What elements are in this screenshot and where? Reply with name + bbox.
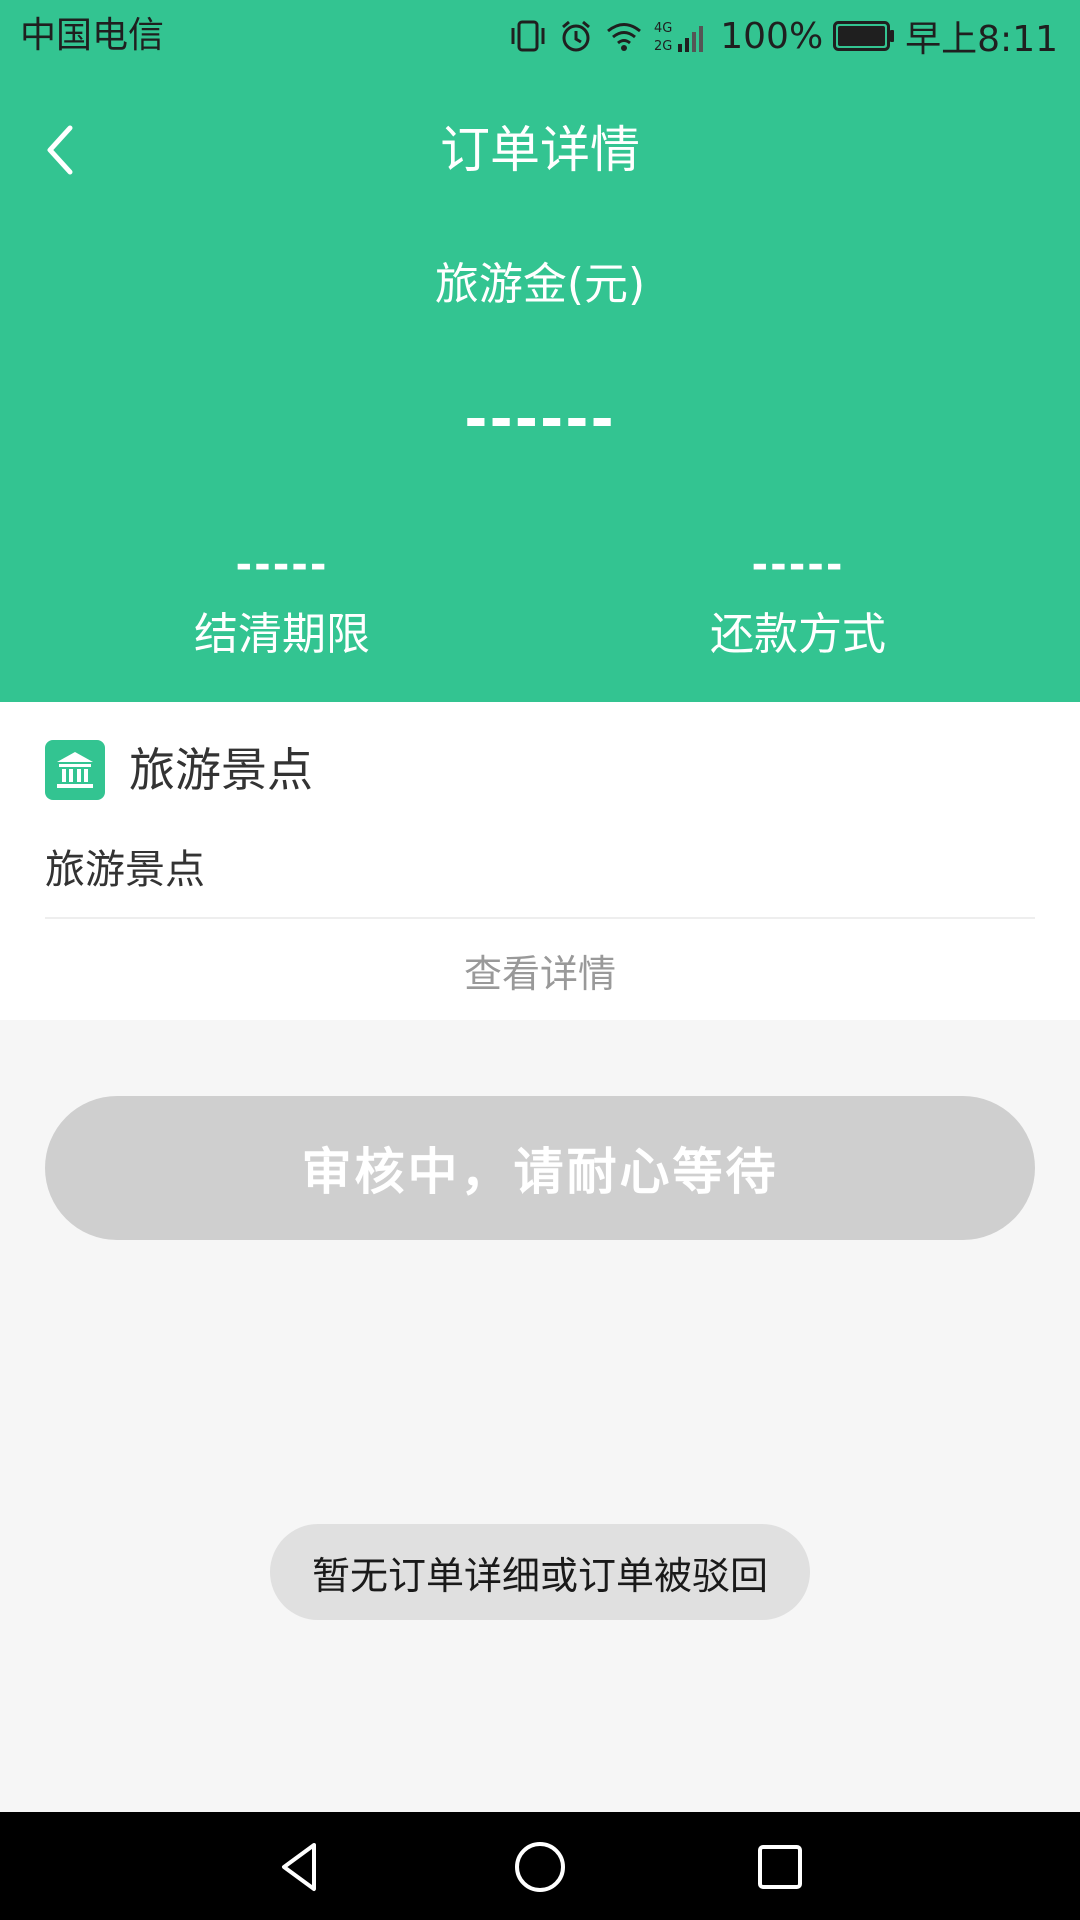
- review-status-button[interactable]: 审核中，请耐心等待: [45, 1096, 1035, 1240]
- system-nav-bar: [0, 1812, 1080, 1920]
- order-header: 中国电信 4G 2G 100% 早上8:11 订单详情 旅游金(元) -----…: [0, 0, 1080, 702]
- battery-icon: [833, 21, 895, 51]
- svg-text:2G: 2G: [654, 39, 672, 54]
- card-title: 旅游景点: [129, 743, 313, 797]
- amount-value: ------: [464, 387, 616, 452]
- back-triangle-icon: [282, 1843, 316, 1891]
- nav-home-button[interactable]: [505, 1832, 575, 1902]
- signal-icon: 4G 2G: [654, 16, 710, 56]
- clock-time: 早上8:11: [905, 19, 1058, 60]
- amount-label: 旅游金(元): [434, 259, 646, 310]
- attraction-card: 旅游景点 旅游景点 查看详情: [0, 702, 1080, 1020]
- status-bar: 中国电信 4G 2G 100% 早上8:11: [0, 0, 1080, 72]
- divider: [45, 917, 1035, 919]
- attraction-name: 旅游景点: [45, 847, 205, 893]
- status-icons: 4G 2G 100% 早上8:11: [498, 12, 1058, 60]
- alarm-icon: [558, 18, 594, 54]
- wifi-icon: [604, 18, 644, 54]
- toast-message: 暂无订单详细或订单被驳回: [270, 1524, 810, 1620]
- settlement-period-label: 结清期限: [194, 609, 370, 660]
- battery-percent: 100%: [720, 15, 824, 57]
- view-detail-link[interactable]: 查看详情: [0, 948, 1080, 1000]
- recent-square-icon: [758, 1845, 802, 1889]
- repayment-method-value: -----: [751, 542, 845, 588]
- nav-back-button[interactable]: [265, 1832, 335, 1902]
- svg-text:4G: 4G: [654, 21, 672, 36]
- home-circle-icon: [515, 1842, 565, 1892]
- repayment-method-stat: ----- 还款方式: [648, 540, 948, 670]
- card-header: 旅游景点: [45, 740, 313, 800]
- page-title: 订单详情: [440, 121, 640, 179]
- carrier-name: 中国电信: [20, 15, 165, 56]
- vibrate-icon: [508, 16, 548, 56]
- nav-recent-button[interactable]: [745, 1832, 815, 1902]
- settlement-period-stat: ----- 结清期限: [132, 540, 432, 670]
- repayment-method-label: 还款方式: [710, 609, 886, 660]
- settlement-period-value: -----: [235, 542, 329, 588]
- museum-icon: [45, 740, 105, 800]
